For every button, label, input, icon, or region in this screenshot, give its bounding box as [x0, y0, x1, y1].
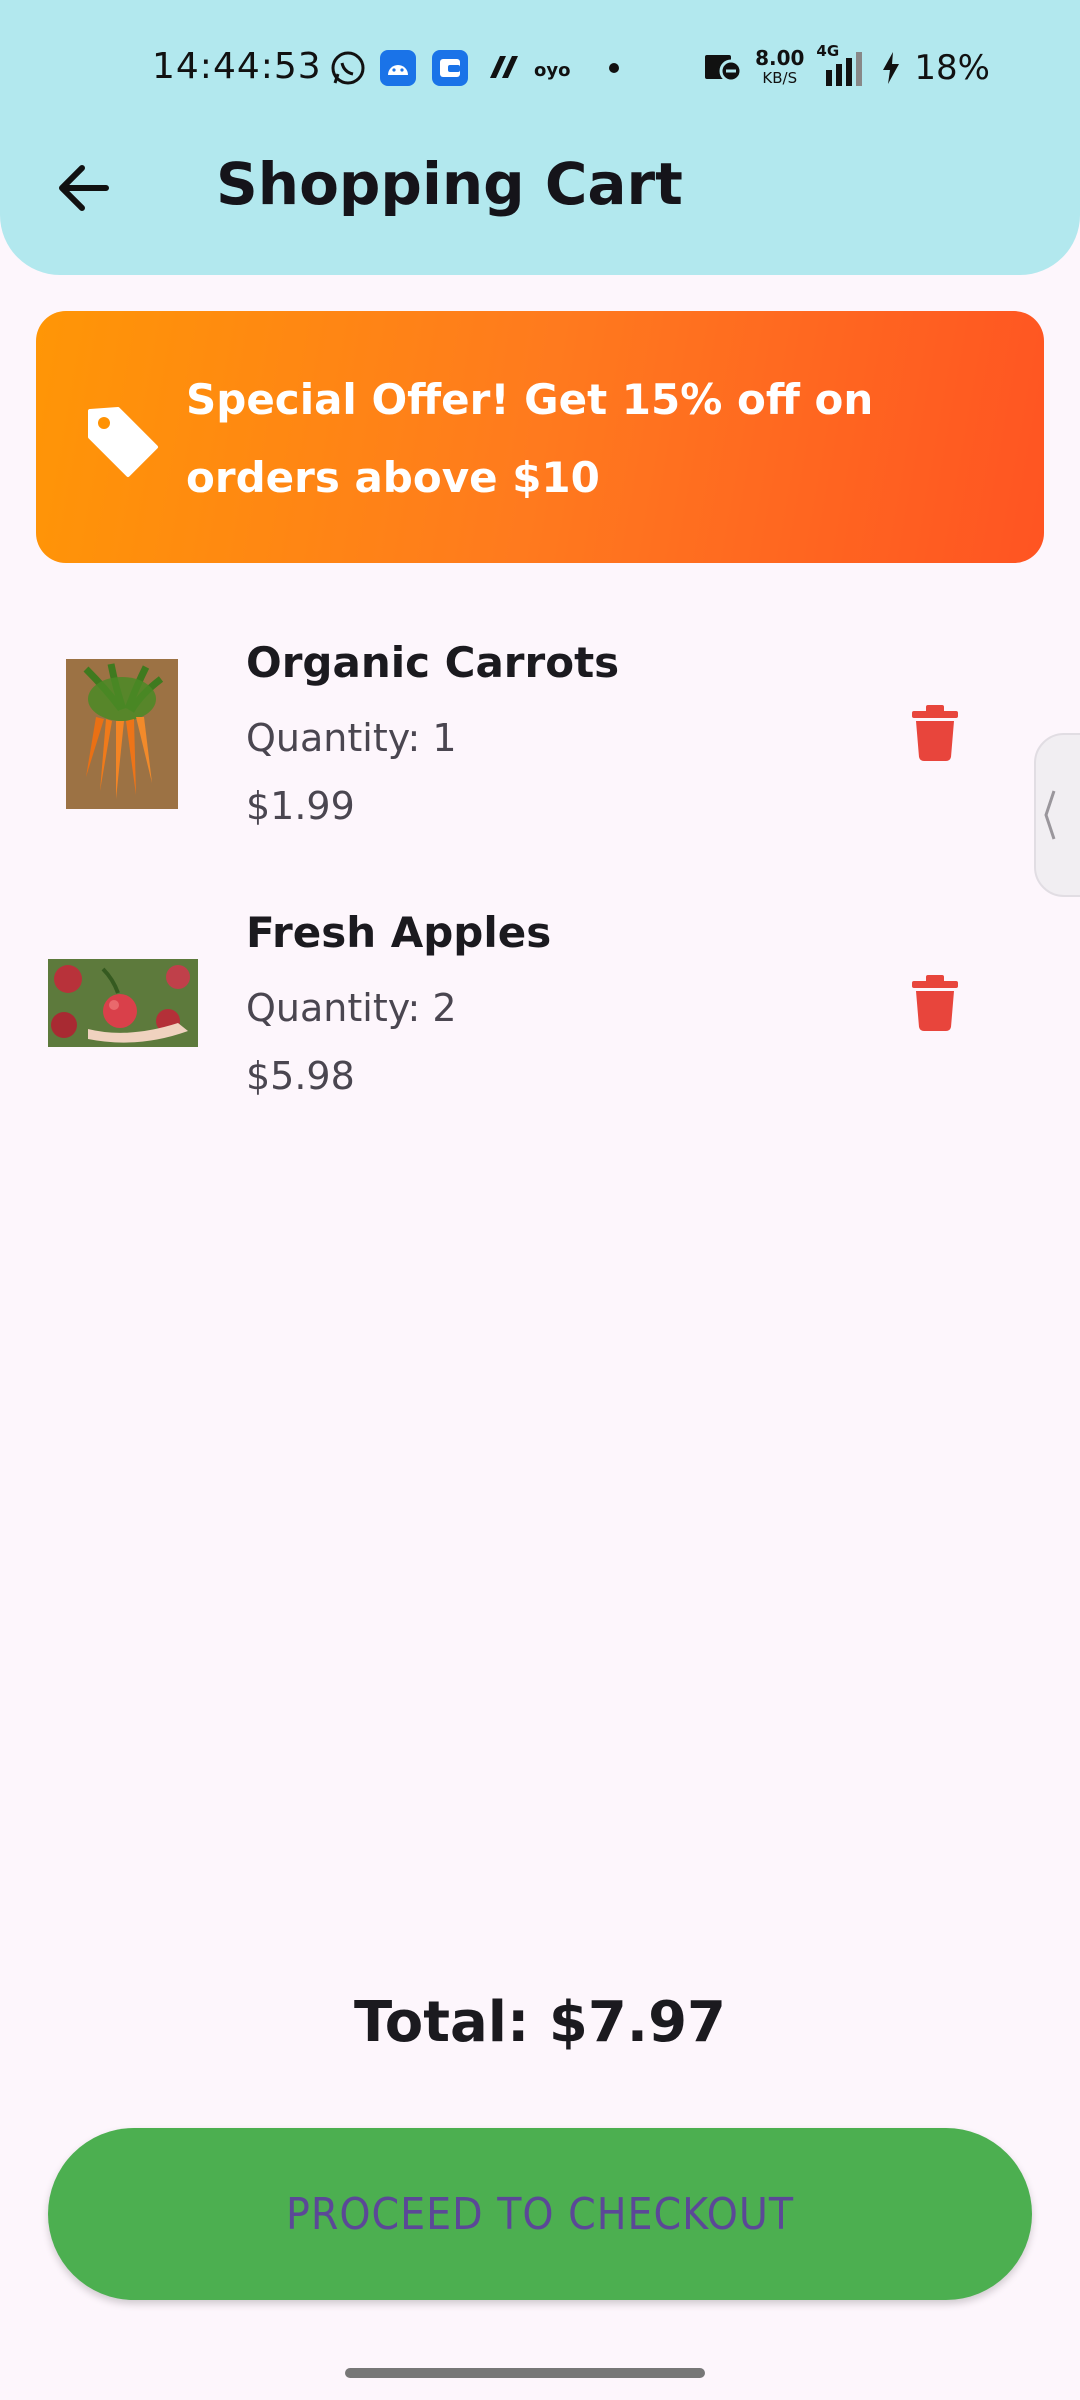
item-name: Fresh Apples — [246, 908, 552, 957]
cart-item: Organic Carrots Quantity: 1 $1.99 — [0, 626, 1080, 866]
item-quantity: Quantity: 2 — [246, 986, 457, 1030]
item-price: $5.98 — [246, 1054, 355, 1098]
item-name: Organic Carrots — [246, 638, 620, 687]
gesture-home-bar[interactable] — [345, 2368, 705, 2378]
data-saver-icon — [705, 55, 743, 83]
signal-icon: 4G — [816, 42, 868, 88]
offer-text: Special Offer! Get 15% off on orders abo… — [186, 375, 874, 502]
cart-item: Fresh Apples Quantity: 2 $5.98 — [0, 896, 1080, 1136]
delete-icon[interactable] — [912, 705, 958, 761]
tag-icon — [88, 407, 158, 477]
whatsapp-icon — [331, 51, 365, 85]
charging-icon — [883, 52, 900, 84]
proceed-to-checkout-button[interactable]: PROCEED TO CHECKOUT — [48, 2128, 1032, 2300]
android-icon — [380, 50, 416, 86]
status-right: 8.00 KB/S 4G 18% — [703, 42, 990, 88]
carrots-image — [66, 659, 178, 809]
app-icon — [490, 56, 518, 78]
dot-icon — [609, 63, 619, 73]
status-bar: 14:44:53 oyo 8.00 KB/S 4G 18% — [0, 38, 1080, 98]
item-quantity: Quantity: 1 — [246, 716, 457, 760]
edge-panel-handle[interactable] — [1034, 733, 1080, 897]
special-offer-banner: Special Offer! Get 15% off on orders abo… — [36, 311, 1044, 563]
status-time: 14:44:53 — [152, 46, 322, 87]
back-arrow-icon[interactable] — [48, 152, 120, 224]
chevron-left-icon — [1044, 790, 1056, 840]
app-bar: 14:44:53 oyo 8.00 KB/S 4G 18% Shopping C… — [0, 0, 1080, 275]
item-price: $1.99 — [246, 784, 355, 828]
page-title: Shopping Cart — [216, 150, 683, 218]
apples-image — [48, 959, 198, 1047]
battery-level: 18% — [914, 48, 990, 88]
wallet-icon — [432, 50, 468, 86]
svg-text:oyo: oyo — [534, 60, 570, 81]
delete-icon[interactable] — [912, 975, 958, 1031]
cart-total: Total: $7.97 — [353, 1990, 726, 2055]
network-speed: 8.00 KB/S — [755, 46, 805, 87]
oyo-icon: oyo — [534, 60, 570, 81]
